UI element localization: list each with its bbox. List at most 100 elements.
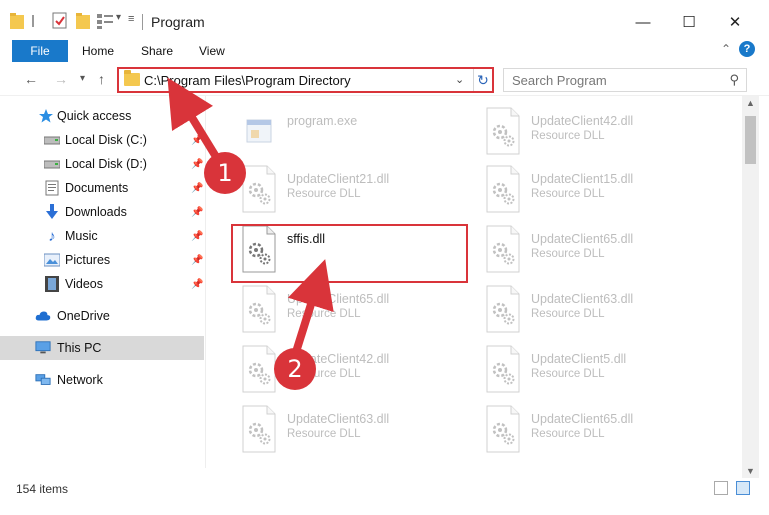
file-name: UpdateClient63.dll bbox=[287, 412, 390, 426]
forward-arrow-icon[interactable]: → bbox=[54, 71, 68, 87]
file-item[interactable]: UpdateClient65.dll Resource DLL bbox=[481, 404, 711, 462]
folder-icon bbox=[10, 12, 24, 30]
drive-icon bbox=[44, 132, 60, 148]
tab-home[interactable]: Home bbox=[82, 44, 114, 58]
sidebar-item-label: Network bbox=[57, 373, 103, 387]
dll-file-icon bbox=[481, 164, 525, 214]
chevron-up-icon[interactable]: ⌃ bbox=[721, 42, 731, 56]
new-folder-icon[interactable] bbox=[76, 12, 90, 30]
sidebar-item-this-pc[interactable]: This PC bbox=[0, 336, 204, 360]
sidebar-item-pictures[interactable]: Pictures 📌 bbox=[0, 248, 204, 272]
scroll-up-icon[interactable]: ▲ bbox=[746, 98, 755, 108]
help-icon[interactable]: ? bbox=[739, 41, 755, 57]
sidebar-item-downloads[interactable]: Downloads 📌 bbox=[0, 200, 204, 224]
vertical-scrollbar[interactable]: ▲ ▼ bbox=[742, 96, 759, 478]
file-type: Resource DLL bbox=[531, 308, 605, 320]
pin-icon: 📌 bbox=[191, 206, 204, 218]
sidebar-item-videos[interactable]: Videos 📌 bbox=[0, 272, 204, 296]
dll-file-icon bbox=[481, 106, 525, 156]
file-item[interactable]: UpdateClient21.dll Resource DLL bbox=[237, 164, 467, 222]
application-file-icon bbox=[237, 106, 281, 156]
address-bar[interactable]: C:\Program Files\Program Directory ⌄ ↻ bbox=[117, 67, 494, 93]
sidebar-item-documents[interactable]: Documents 📌 bbox=[0, 176, 204, 200]
view-options-icon[interactable] bbox=[96, 12, 114, 30]
documents-icon bbox=[44, 180, 60, 196]
up-arrow-icon[interactable]: ↑ bbox=[98, 71, 105, 87]
navigation-bar: ← → ▾ ↑ C:\Program Files\Program Directo… bbox=[0, 62, 769, 96]
cloud-icon bbox=[35, 308, 51, 324]
search-box[interactable]: Search Program ⚲ bbox=[503, 68, 747, 92]
sidebar-item-network[interactable]: Network bbox=[0, 368, 204, 392]
drive-icon bbox=[44, 156, 60, 172]
sidebar-item-quick-access[interactable]: Quick access bbox=[0, 104, 204, 128]
refresh-icon[interactable]: ↻ bbox=[473, 69, 492, 91]
sidebar-item-local-disk-c[interactable]: Local Disk (C:) 📌 bbox=[0, 128, 204, 152]
address-path[interactable]: C:\Program Files\Program Directory bbox=[144, 73, 351, 88]
title-bar: ▾ ≡ Program — ☐ ✕ bbox=[0, 0, 769, 40]
ribbon: File Home Share View ⌃ ? bbox=[0, 40, 769, 62]
details-view-icon[interactable] bbox=[714, 481, 728, 495]
pin-icon: 📌 bbox=[191, 254, 204, 266]
sidebar-item-label: Documents bbox=[65, 181, 129, 195]
tab-share[interactable]: Share bbox=[141, 44, 173, 58]
network-icon bbox=[35, 372, 51, 388]
file-item[interactable]: UpdateClient42.dll Resource DLL bbox=[481, 106, 711, 164]
file-item[interactable]: UpdateClient65.dll Resource DLL bbox=[237, 284, 467, 342]
customize-qa-icon[interactable]: ≡ bbox=[128, 13, 134, 31]
file-name: UpdateClient65.dll bbox=[531, 232, 634, 246]
sidebar-item-label: This PC bbox=[57, 341, 102, 355]
file-name: UpdateClient21.dll bbox=[287, 172, 390, 186]
search-icon: ⚲ bbox=[729, 72, 739, 87]
close-button[interactable]: ✕ bbox=[712, 8, 758, 36]
recent-locations-icon[interactable]: ▾ bbox=[80, 73, 85, 84]
maximize-button[interactable]: ☐ bbox=[666, 8, 712, 36]
dll-file-icon bbox=[481, 344, 525, 394]
dll-file-icon bbox=[481, 284, 525, 334]
sidebar-item-onedrive[interactable]: OneDrive bbox=[0, 304, 204, 328]
properties-icon[interactable] bbox=[52, 12, 68, 30]
videos-icon bbox=[44, 276, 60, 292]
navigation-pane: Quick access Local Disk (C:) 📌 Local Dis… bbox=[0, 96, 206, 468]
search-input[interactable]: Search Program bbox=[512, 73, 607, 88]
step-badge-2: 2 bbox=[274, 348, 316, 390]
file-item[interactable]: UpdateClient63.dll Resource DLL bbox=[481, 284, 711, 342]
qa-separator bbox=[32, 15, 34, 27]
scroll-down-icon[interactable]: ▼ bbox=[746, 466, 755, 476]
pin-icon: 📌 bbox=[191, 134, 204, 146]
file-name: UpdateClient65.dll bbox=[531, 412, 634, 426]
file-type: Resource DLL bbox=[287, 308, 361, 320]
sidebar-item-label: OneDrive bbox=[57, 309, 110, 323]
file-type: Resource DLL bbox=[531, 368, 605, 380]
sidebar-item-label: Music bbox=[65, 229, 98, 243]
file-type: Resource DLL bbox=[531, 130, 605, 142]
file-item[interactable]: UpdateClient5.dll Resource DLL bbox=[481, 344, 711, 402]
large-icons-view-icon[interactable] bbox=[736, 481, 750, 495]
file-item[interactable]: UpdateClient63.dll Resource DLL bbox=[237, 404, 467, 462]
tab-view[interactable]: View bbox=[199, 44, 225, 58]
pin-icon: 📌 bbox=[191, 230, 204, 242]
dll-file-icon bbox=[481, 404, 525, 454]
step-badge-1: 1 bbox=[204, 152, 246, 194]
tab-file[interactable]: File bbox=[12, 40, 68, 62]
music-icon: ♪ bbox=[48, 227, 56, 245]
sidebar-item-music[interactable]: ♪ Music 📌 bbox=[0, 224, 204, 248]
file-item[interactable]: UpdateClient42.dll Resource DLL bbox=[237, 344, 467, 402]
file-type: Resource DLL bbox=[531, 428, 605, 440]
sidebar-item-label: Quick access bbox=[57, 109, 132, 123]
chevron-down-icon[interactable]: ⌄ bbox=[455, 73, 464, 86]
back-arrow-icon[interactable]: ← bbox=[24, 71, 38, 87]
minimize-button[interactable]: — bbox=[620, 8, 666, 36]
item-count: 154 items bbox=[16, 482, 69, 496]
file-item[interactable]: UpdateClient65.dll Resource DLL bbox=[481, 224, 711, 282]
pictures-icon bbox=[44, 252, 60, 268]
file-name: UpdateClient42.dll bbox=[531, 114, 634, 128]
scroll-thumb[interactable] bbox=[745, 116, 756, 164]
highlight-box bbox=[231, 224, 468, 283]
file-item[interactable]: program.exe bbox=[237, 106, 467, 164]
sidebar-item-local-disk-d[interactable]: Local Disk (D:) 📌 bbox=[0, 152, 204, 176]
downloads-icon bbox=[44, 204, 60, 220]
file-item[interactable]: UpdateClient15.dll Resource DLL bbox=[481, 164, 711, 222]
file-name: UpdateClient65.dll bbox=[287, 292, 390, 306]
folder-icon bbox=[124, 70, 140, 86]
qa-dropdown-icon[interactable]: ▾ bbox=[116, 12, 121, 30]
